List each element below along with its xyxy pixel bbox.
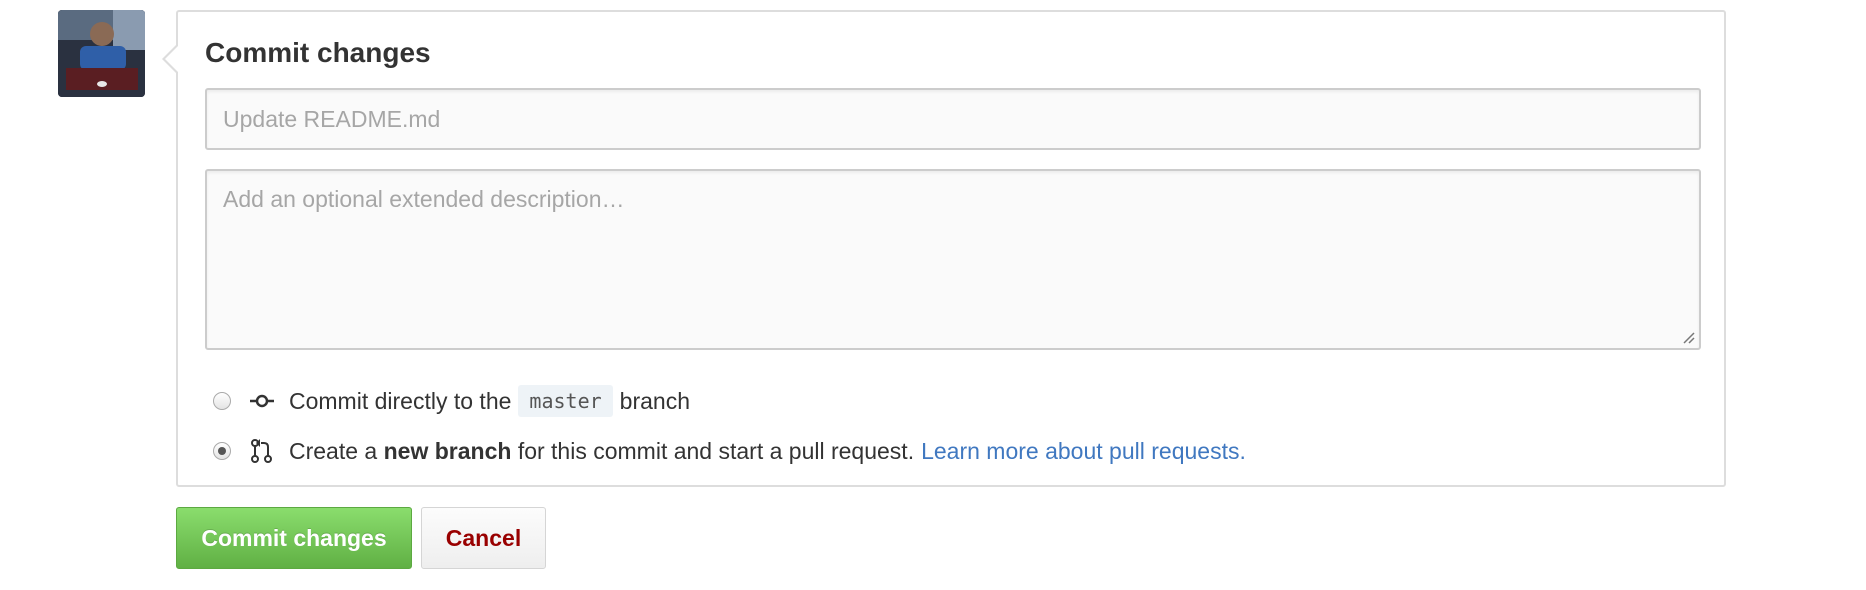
avatar-photo xyxy=(58,10,145,97)
new-branch-text-prefix: Create a xyxy=(289,437,378,464)
commit-directly-text: Commit directly to the xyxy=(289,387,512,414)
git-commit-icon xyxy=(249,388,275,414)
branch-name: master xyxy=(518,385,613,417)
new-branch-radio[interactable] xyxy=(213,442,231,460)
commit-form: Commit changes Commit directly to the ma… xyxy=(162,10,1726,487)
commit-summary-input[interactable] xyxy=(205,88,1701,150)
commit-directly-radio[interactable] xyxy=(213,392,231,410)
git-pull-request-icon xyxy=(249,438,275,464)
commit-directly-text-suffix: branch xyxy=(619,387,690,414)
new-branch-option[interactable]: Create a new branch for this commit and … xyxy=(213,436,1246,466)
new-branch-bold-text: new branch xyxy=(383,437,512,464)
resize-grip-icon[interactable] xyxy=(1681,330,1695,344)
new-branch-text-suffix: for this commit and start a pull request… xyxy=(517,437,915,464)
commit-directly-option[interactable]: Commit directly to the master branch xyxy=(213,385,690,417)
commit-description-textarea[interactable] xyxy=(205,169,1701,350)
cancel-button[interactable]: Cancel xyxy=(421,507,546,569)
learn-more-pull-requests-link[interactable]: Learn more about pull requests. xyxy=(921,438,1246,465)
commit-changes-button[interactable]: Commit changes xyxy=(176,507,412,569)
commit-form-title: Commit changes xyxy=(205,37,431,68)
user-avatar xyxy=(58,10,145,97)
